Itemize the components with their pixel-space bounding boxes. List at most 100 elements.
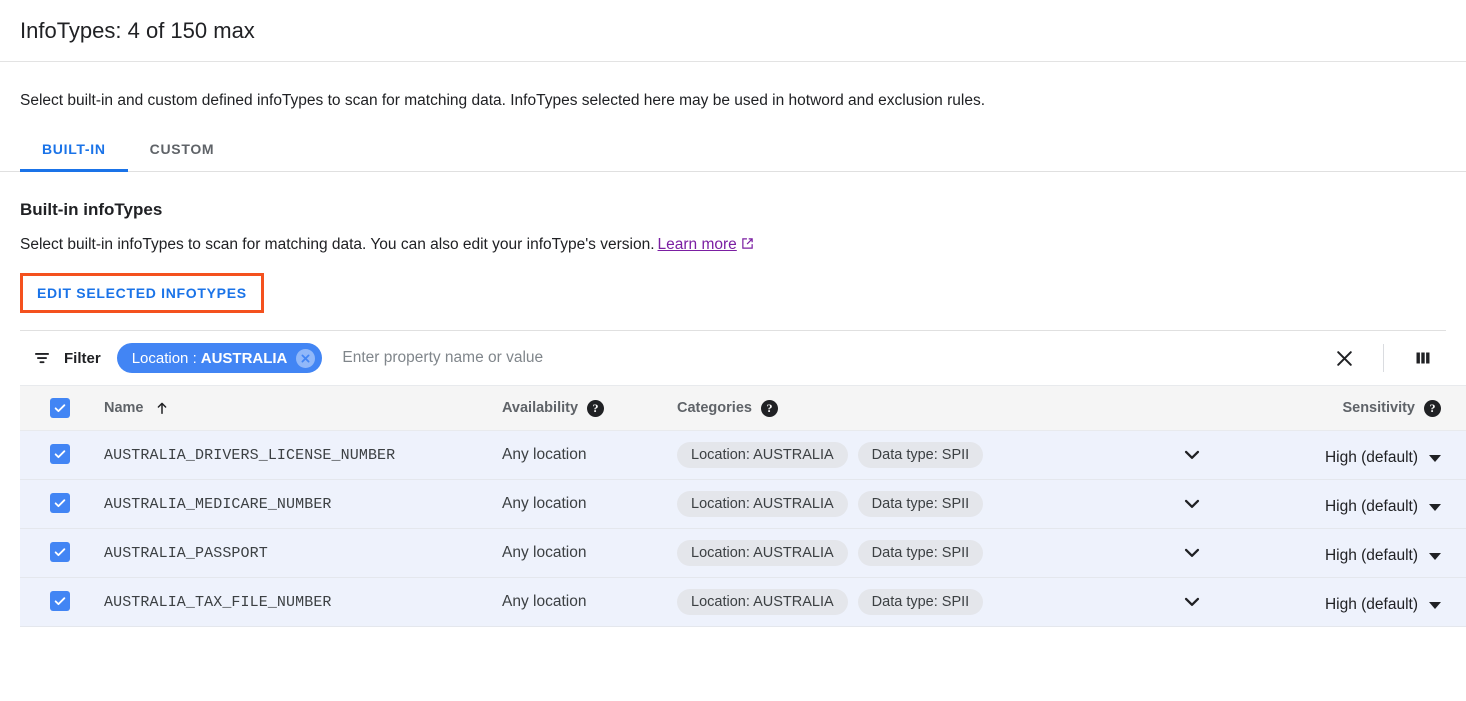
expand-row-button[interactable] <box>1157 444 1227 466</box>
infotype-name: AUSTRALIA_MEDICARE_NUMBER <box>82 496 502 513</box>
table-body: AUSTRALIA_DRIVERS_LICENSE_NUMBER Any loc… <box>20 431 1466 627</box>
header-availability: Availability ? <box>502 386 677 431</box>
filter-chip-remove-icon[interactable] <box>296 349 315 368</box>
header-availability-label: Availability <box>502 400 578 416</box>
row-checkbox[interactable] <box>50 542 70 562</box>
chevron-down-icon <box>1429 455 1441 462</box>
built-in-section: Built-in infoTypes Select built-in infoT… <box>0 200 1466 313</box>
table-header-row: Name Availability ? Categories <box>20 386 1466 431</box>
filter-input[interactable] <box>340 343 1321 373</box>
row-categories-cell: Location: AUSTRALIA Data type: SPII <box>677 529 1157 578</box>
edit-selected-infotypes-highlight: EDIT SELECTED INFOTYPES <box>20 273 264 313</box>
sensitivity-value: High (default) <box>1325 547 1418 565</box>
filter-chip-key: Location : <box>132 350 197 367</box>
row-availability-cell: Any location <box>502 529 677 578</box>
sensitivity-dropdown[interactable]: High (default) <box>1227 498 1466 516</box>
row-checkbox[interactable] <box>50 591 70 611</box>
toolbar-divider <box>1383 344 1384 372</box>
edit-selected-infotypes-button[interactable]: EDIT SELECTED INFOTYPES <box>27 279 257 307</box>
availability-help-icon[interactable]: ? <box>587 400 604 417</box>
row-checkbox[interactable] <box>50 444 70 464</box>
row-sensitivity-cell: High (default) <box>1227 431 1466 480</box>
table-row[interactable]: AUSTRALIA_DRIVERS_LICENSE_NUMBER Any loc… <box>20 431 1466 480</box>
page-header: InfoTypes: 4 of 150 max <box>0 0 1466 62</box>
infotypes-table-zone: Filter Location : AUSTRALIA <box>20 330 1446 627</box>
row-sensitivity-cell: High (default) <box>1227 480 1466 529</box>
header-categories: Categories ? <box>677 386 1157 431</box>
external-link-icon <box>740 236 755 256</box>
row-select-cell <box>20 480 82 529</box>
row-checkbox[interactable] <box>50 493 70 513</box>
categories-help-icon[interactable]: ? <box>761 400 778 417</box>
row-name-cell: AUSTRALIA_DRIVERS_LICENSE_NUMBER <box>82 431 502 480</box>
section-subtitle: Select built-in infoTypes to scan for ma… <box>20 236 655 253</box>
expand-row-button[interactable] <box>1157 493 1227 515</box>
tab-custom[interactable]: CUSTOM <box>128 141 237 171</box>
sensitivity-dropdown[interactable]: High (default) <box>1227 596 1466 614</box>
table-row[interactable]: AUSTRALIA_TAX_FILE_NUMBER Any location L… <box>20 578 1466 627</box>
sensitivity-dropdown[interactable]: High (default) <box>1227 449 1466 467</box>
section-subtitle-row: Select built-in infoTypes to scan for ma… <box>20 236 1446 256</box>
category-chip: Data type: SPII <box>858 589 984 615</box>
row-sensitivity-cell: High (default) <box>1227 529 1466 578</box>
header-name[interactable]: Name <box>82 386 502 431</box>
row-categories-cell: Location: AUSTRALIA Data type: SPII <box>677 431 1157 480</box>
row-expand-cell <box>1157 431 1227 480</box>
filter-bar-actions <box>1321 335 1446 381</box>
header-name-label: Name <box>104 400 144 416</box>
filter-chip-value: AUSTRALIA <box>201 350 288 367</box>
page-title: InfoTypes: 4 of 150 max <box>20 18 255 44</box>
chevron-down-icon <box>1429 553 1441 560</box>
row-name-cell: AUSTRALIA_TAX_FILE_NUMBER <box>82 578 502 627</box>
section-title: Built-in infoTypes <box>20 200 1446 220</box>
category-chip: Location: AUSTRALIA <box>677 491 848 517</box>
column-options-button[interactable] <box>1400 335 1446 381</box>
row-select-cell <box>20 578 82 627</box>
tab-bar: BUILT-IN CUSTOM <box>0 141 1466 172</box>
sensitivity-value: High (default) <box>1325 449 1418 467</box>
table-header: Name Availability ? Categories <box>20 386 1466 431</box>
category-chip: Location: AUSTRALIA <box>677 540 848 566</box>
filter-bar: Filter Location : AUSTRALIA <box>20 331 1446 385</box>
sensitivity-help-icon[interactable]: ? <box>1424 400 1441 417</box>
filter-label: Filter <box>64 350 101 367</box>
sensitivity-dropdown[interactable]: High (default) <box>1227 547 1466 565</box>
page-description: Select built-in and custom defined infoT… <box>0 91 1466 111</box>
row-name-cell: AUSTRALIA_MEDICARE_NUMBER <box>82 480 502 529</box>
row-availability-cell: Any location <box>502 578 677 627</box>
row-expand-cell <box>1157 480 1227 529</box>
category-chip: Data type: SPII <box>858 540 984 566</box>
chevron-down-icon <box>1429 504 1441 511</box>
sort-ascending-icon <box>154 400 170 416</box>
category-chip: Location: AUSTRALIA <box>677 442 848 468</box>
tab-built-in[interactable]: BUILT-IN <box>20 141 128 171</box>
sensitivity-value: High (default) <box>1325 596 1418 614</box>
expand-row-button[interactable] <box>1157 591 1227 613</box>
row-categories-cell: Location: AUSTRALIA Data type: SPII <box>677 480 1157 529</box>
table-row[interactable]: AUSTRALIA_MEDICARE_NUMBER Any location L… <box>20 480 1466 529</box>
header-expand-spacer <box>1157 386 1227 431</box>
sensitivity-value: High (default) <box>1325 498 1418 516</box>
filter-icon[interactable] <box>32 348 52 368</box>
learn-more-link[interactable]: Learn more <box>658 236 737 253</box>
category-chip: Data type: SPII <box>858 491 984 517</box>
expand-row-button[interactable] <box>1157 542 1227 564</box>
row-select-cell <box>20 431 82 480</box>
table-row[interactable]: AUSTRALIA_PASSPORT Any location Location… <box>20 529 1466 578</box>
row-sensitivity-cell: High (default) <box>1227 578 1466 627</box>
clear-filters-button[interactable] <box>1321 335 1367 381</box>
row-expand-cell <box>1157 578 1227 627</box>
filter-chip-location[interactable]: Location : AUSTRALIA <box>117 343 323 373</box>
row-availability-cell: Any location <box>502 480 677 529</box>
infotype-name: AUSTRALIA_DRIVERS_LICENSE_NUMBER <box>82 447 502 464</box>
row-select-cell <box>20 529 82 578</box>
category-chip: Location: AUSTRALIA <box>677 589 848 615</box>
infotypes-table: Name Availability ? Categories <box>20 385 1466 627</box>
select-all-checkbox[interactable] <box>50 398 70 418</box>
header-select-all <box>20 386 82 431</box>
category-chip: Data type: SPII <box>858 442 984 468</box>
header-sensitivity-label: Sensitivity <box>1342 400 1415 416</box>
header-categories-label: Categories <box>677 400 752 416</box>
row-expand-cell <box>1157 529 1227 578</box>
infotype-name: AUSTRALIA_TAX_FILE_NUMBER <box>82 594 502 611</box>
